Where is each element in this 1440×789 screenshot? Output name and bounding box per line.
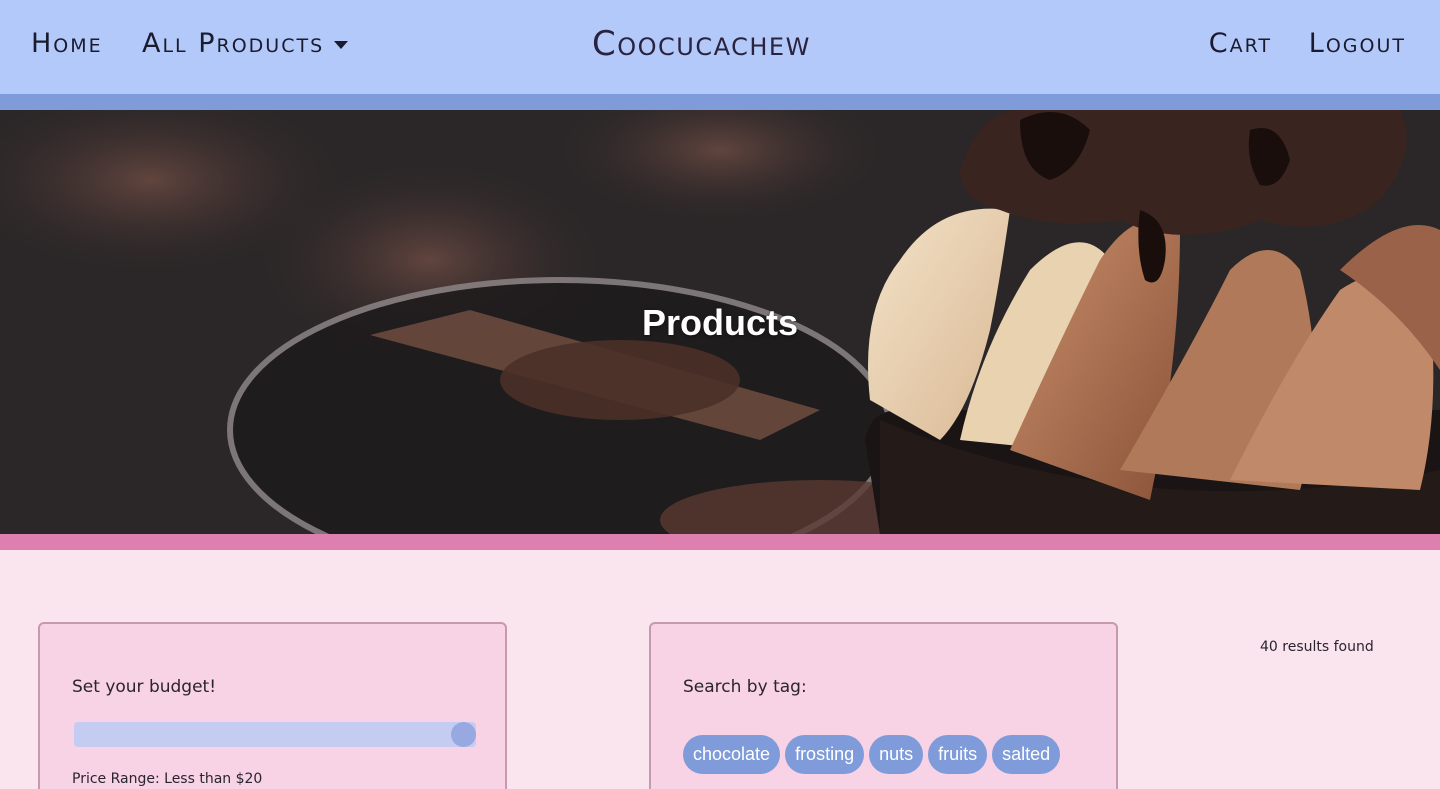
price-range-text: Price Range: Less than $20 xyxy=(72,771,263,787)
nav-all-products-dropdown[interactable]: All Products xyxy=(142,28,349,59)
budget-slider-thumb[interactable] xyxy=(451,722,477,747)
budget-label: Set your budget! xyxy=(72,677,217,697)
nav-logout-link[interactable]: Logout xyxy=(1309,28,1406,59)
tag-chip-salted[interactable]: salted xyxy=(992,735,1061,774)
tag-chip-chocolate[interactable]: chocolate xyxy=(683,735,781,774)
tag-chip-fruits[interactable]: fruits xyxy=(928,735,988,774)
tag-chip-frosting[interactable]: frosting xyxy=(785,735,865,774)
tag-filter-panel: Search by tag: chocolate frosting nuts f… xyxy=(649,622,1118,789)
hero-border xyxy=(0,534,1440,550)
nav-all-products-label: All Products xyxy=(142,28,325,59)
navbar: Home All Products Coocucachew Cart Logou… xyxy=(0,0,1440,94)
nav-cart-link[interactable]: Cart xyxy=(1209,28,1272,59)
results-count: 40 results found xyxy=(1260,639,1374,655)
tag-list: chocolate frosting nuts fruits salted xyxy=(683,735,1061,774)
budget-slider[interactable] xyxy=(74,722,477,747)
hero-title: Products xyxy=(641,302,799,343)
brand-logo[interactable]: Coocucachew xyxy=(592,24,811,64)
nav-home-link[interactable]: Home xyxy=(31,28,103,59)
tag-search-label: Search by tag: xyxy=(683,677,807,697)
budget-filter-panel: Set your budget! Price Range: Less than … xyxy=(38,622,507,789)
tag-chip-nuts[interactable]: nuts xyxy=(869,735,924,774)
caret-down-icon xyxy=(334,40,349,49)
navbar-border xyxy=(0,94,1440,110)
hero-banner: Products xyxy=(0,110,1440,534)
